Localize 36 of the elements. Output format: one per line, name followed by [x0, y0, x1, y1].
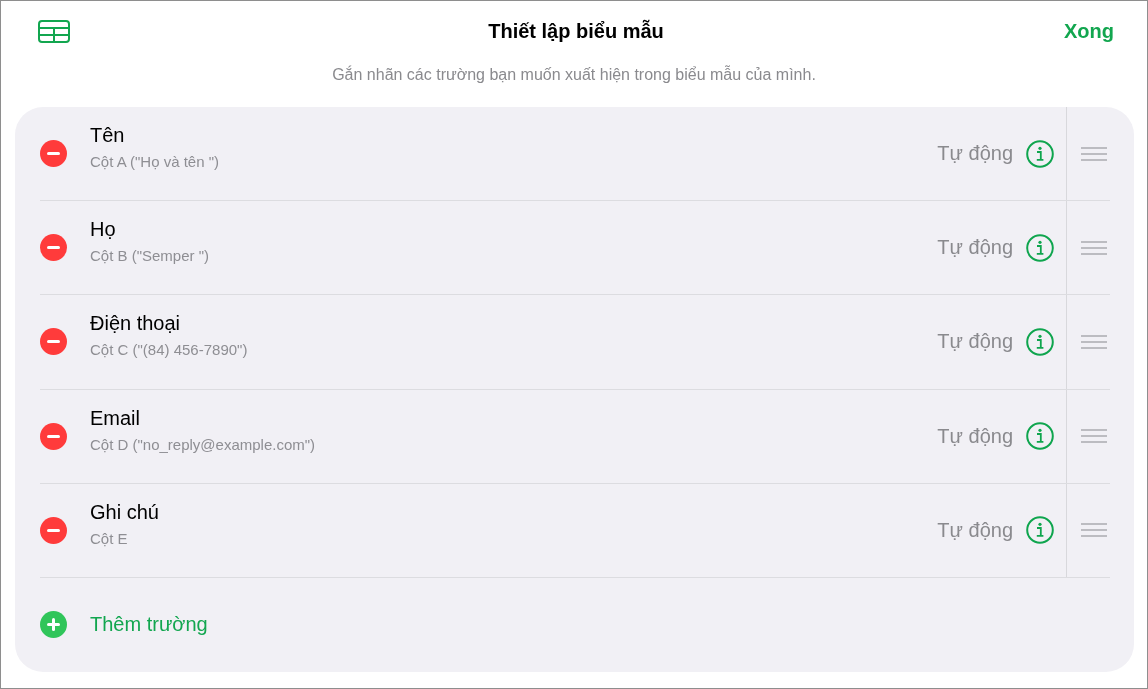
field-label: Điện thoại — [90, 311, 181, 336]
field-label: Tên — [90, 123, 125, 148]
drag-handle-icon[interactable] — [1081, 240, 1107, 255]
done-button[interactable]: Xong — [1064, 19, 1114, 43]
info-icon[interactable] — [1026, 139, 1054, 168]
field-type: Tự động — [937, 236, 1013, 260]
drag-handle-icon[interactable] — [1081, 334, 1107, 349]
field-label: Họ — [90, 217, 116, 242]
minus-circle-icon[interactable] — [40, 516, 67, 544]
field-type: Tự động — [937, 142, 1013, 166]
minus-circle-icon[interactable] — [40, 328, 67, 356]
info-icon[interactable] — [1026, 422, 1054, 451]
table-icon[interactable] — [38, 19, 70, 43]
column-label: Cột A ("Họ và tên ") — [90, 152, 220, 173]
field-type: Tự động — [937, 518, 1013, 542]
minus-circle-icon[interactable] — [40, 422, 67, 450]
minus-circle-icon[interactable] — [40, 234, 67, 262]
column-label: Cột C ("(84) 456-7890") — [90, 340, 248, 361]
minus-circle-icon[interactable] — [40, 140, 67, 168]
info-icon[interactable] — [1026, 327, 1054, 356]
field-label: Ghi chú — [90, 499, 159, 524]
drag-handle-icon[interactable] — [1081, 523, 1107, 538]
drag-handle-icon[interactable] — [1081, 146, 1107, 161]
field-type: Tự động — [937, 330, 1013, 354]
field-label: Email — [90, 405, 140, 430]
instruction-text: Gắn nhãn các trường bạn muốn xuất hiện trong biểu mẫu của mình. — [332, 64, 816, 85]
column-label: Cột B ("Semper ") — [90, 246, 209, 267]
info-icon[interactable] — [1026, 516, 1054, 545]
info-icon[interactable] — [1026, 233, 1054, 262]
add-field-button[interactable]: Thêm trường — [40, 611, 208, 639]
column-label: Cột E — [90, 528, 128, 549]
plus-circle-icon — [40, 611, 67, 639]
column-label: Cột D ("no_reply@example.com") — [90, 434, 316, 455]
field-type: Tự động — [937, 424, 1013, 448]
window-title: Thiết lập biểu mẫu — [488, 19, 664, 43]
drag-handle-icon[interactable] — [1081, 429, 1107, 444]
